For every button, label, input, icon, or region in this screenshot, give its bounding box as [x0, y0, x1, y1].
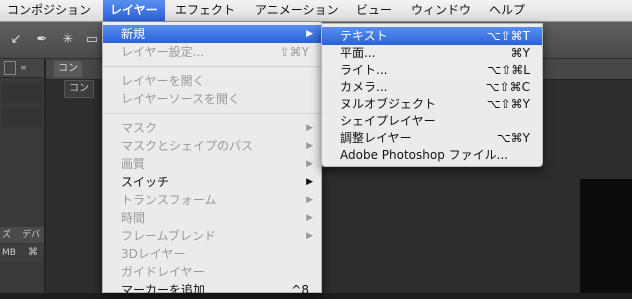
menu-item-shortcut: ⌥⇧⌘T	[486, 29, 530, 43]
submenu-item-camera[interactable]: カメラ... ⌥⇧⌘C	[322, 78, 542, 96]
menu-item-label: レイヤー設定...	[121, 45, 205, 59]
menu-item-label: レイヤーを開く	[121, 74, 205, 88]
menu-item-add-marker[interactable]: マーカーを追加 ^8	[103, 281, 321, 299]
pen-tool-icon[interactable]: ✒	[34, 32, 50, 48]
submenu-arrow-icon: ▶	[306, 123, 313, 133]
menu-item-guide-layer[interactable]: ガイドレイヤー	[103, 263, 321, 281]
menu-item-mask-shape-path[interactable]: マスクとシェイプのパス ▶	[103, 137, 321, 155]
menu-item-shortcut: ^8	[291, 283, 309, 297]
menu-item-label: カメラ...	[340, 80, 388, 94]
network-icon: ⌘	[28, 247, 38, 258]
menu-item-switches[interactable]: スイッチ ▶	[103, 173, 321, 191]
menu-item-open-layer[interactable]: レイヤーを開く	[103, 72, 321, 90]
menu-item-label: フレームブレンド	[121, 229, 216, 243]
panel-icon	[4, 61, 16, 75]
menu-item-shortcut: ⌘Y	[510, 46, 530, 60]
menu-item-shortcut: ⌥⇧⌘L	[487, 63, 530, 77]
menu-item-label: テキスト	[340, 29, 388, 43]
submenu-item-adjustment-layer[interactable]: 調整レイヤー ⌥⌘Y	[322, 129, 542, 147]
layer-menu: 新規 ▶ レイヤー設定... ⇧⌘Y レイヤーを開く レイヤーソースを開く マス…	[102, 22, 322, 297]
menu-item-shortcut: ⇧⌘Y	[279, 45, 309, 59]
shape-tool-icon[interactable]: ▭	[84, 32, 100, 48]
memory-label: MB	[2, 248, 16, 258]
menu-item-label: トランスフォーム	[121, 193, 217, 207]
menu-item-label: 調整レイヤー	[340, 131, 412, 145]
menu-item-new[interactable]: 新規 ▶	[103, 25, 321, 43]
menu-help[interactable]: ヘルプ	[482, 0, 532, 21]
menu-item-open-layer-source[interactable]: レイヤーソースを開く	[103, 90, 321, 108]
submenu-arrow-icon: ▶	[306, 159, 313, 169]
composition-sub-tab[interactable]: コン	[64, 80, 94, 98]
panel-tab-strip: ズ デバ	[0, 227, 44, 243]
menu-item-shortcut: ⌥⇧⌘C	[485, 80, 530, 94]
menu-item-label: 新規	[121, 27, 146, 41]
submenu-item-null-object[interactable]: ヌルオブジェクト ⌥⇧⌘Y	[322, 95, 542, 113]
menu-item-label: ヌルオブジェクト	[340, 97, 437, 111]
menu-separator	[103, 113, 321, 114]
submenu-arrow-icon: ▶	[306, 231, 313, 241]
menu-item-mask[interactable]: マスク ▶	[103, 119, 321, 137]
menu-item-label: 時間	[121, 211, 146, 225]
submenu-arrow-icon: ▶	[306, 29, 313, 39]
panel-tab[interactable]: デバ	[22, 227, 40, 243]
menu-item-shortcut: ⌥⇧⌘Y	[486, 97, 530, 111]
puppet-tool-icon[interactable]: ✳	[60, 32, 76, 48]
menu-item-3d-layer[interactable]: 3Dレイヤー	[103, 245, 321, 263]
menu-item-label: ガイドレイヤー	[121, 265, 205, 279]
menu-item-label: マーカーを追加	[121, 283, 206, 297]
pin-tool-icon[interactable]: ↙	[8, 32, 24, 48]
submenu-arrow-icon: ▶	[306, 195, 313, 205]
panel-tab[interactable]: ズ	[2, 227, 11, 243]
menu-separator	[103, 66, 321, 67]
menu-layer[interactable]: レイヤー	[103, 0, 165, 21]
panel-menu-icon[interactable]: ≡	[20, 63, 27, 72]
menu-item-label: マスクとシェイプのパス	[121, 139, 254, 153]
menu-item-layer-settings[interactable]: レイヤー設定... ⇧⌘Y	[103, 43, 321, 61]
menu-effect[interactable]: エフェクト	[168, 0, 242, 21]
menu-window[interactable]: ウィンドウ	[404, 0, 478, 21]
menu-item-label: レイヤーソースを開く	[121, 92, 241, 106]
menu-item-shortcut: ⌥⌘Y	[496, 131, 530, 145]
menu-bar: コンポジション レイヤー エフェクト アニメーション ビュー ウィンドウ ヘルプ	[0, 0, 632, 22]
menu-item-label: シェイプレイヤー	[340, 114, 436, 128]
menu-item-frame-blending[interactable]: フレームブレンド ▶	[103, 227, 321, 245]
submenu-item-solid[interactable]: 平面... ⌘Y	[322, 44, 542, 62]
menu-item-quality[interactable]: 画質 ▶	[103, 155, 321, 173]
submenu-item-shape-layer[interactable]: シェイプレイヤー	[322, 112, 542, 130]
menu-item-label: ライト...	[340, 63, 388, 77]
menu-item-label: 平面...	[340, 46, 376, 60]
submenu-item-text[interactable]: テキスト ⌥⇧⌘T	[322, 27, 542, 45]
tab-composition[interactable]: コン	[54, 61, 82, 77]
menu-item-label: マスク	[121, 121, 158, 135]
submenu-arrow-icon: ▶	[306, 177, 313, 187]
project-panel: ≡ ズ デバ MB ⌘	[0, 59, 45, 293]
menu-animation[interactable]: アニメーション	[248, 0, 346, 21]
menu-item-transform[interactable]: トランスフォーム ▶	[103, 191, 321, 209]
submenu-arrow-icon: ▶	[306, 141, 313, 151]
submenu-item-photoshop-file[interactable]: Adobe Photoshop ファイル...	[322, 146, 542, 164]
project-row[interactable]	[2, 83, 42, 103]
submenu-arrow-icon: ▶	[306, 213, 313, 223]
project-panel-tabs: ≡	[0, 59, 44, 78]
composition-viewer[interactable]	[580, 179, 632, 293]
project-row[interactable]	[2, 107, 42, 127]
menu-item-label: 3Dレイヤー	[121, 247, 186, 261]
menu-composition[interactable]: コンポジション	[0, 0, 98, 21]
menu-item-label: Adobe Photoshop ファイル...	[340, 148, 509, 162]
menu-view[interactable]: ビュー	[349, 0, 399, 21]
panel-info-strip: MB ⌘	[0, 245, 44, 261]
new-submenu: テキスト ⌥⇧⌘T 平面... ⌘Y ライト... ⌥⇧⌘L カメラ... ⌥⇧…	[321, 23, 543, 167]
submenu-item-light[interactable]: ライト... ⌥⇧⌘L	[322, 61, 542, 79]
menu-item-time[interactable]: 時間 ▶	[103, 209, 321, 227]
menu-item-label: スイッチ	[121, 175, 170, 189]
menu-item-label: 画質	[121, 157, 146, 171]
